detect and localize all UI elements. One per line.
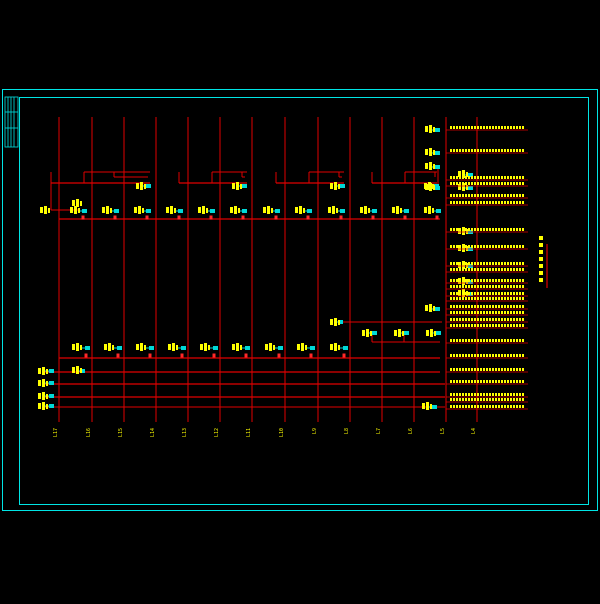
lower-marker-8	[309, 353, 313, 358]
riser-label: L14	[150, 428, 156, 437]
upper-marker-2	[113, 215, 117, 220]
upper-marker-11	[403, 215, 407, 220]
riser-label: L13	[182, 428, 188, 437]
piping-system-diagram: L17 L16 L15 L14 L13 L12 L11 L10 L9 L8 L7 L6 L5 L4	[0, 0, 600, 600]
upper-marker-5	[209, 215, 213, 220]
upper-marker-4	[177, 215, 181, 220]
riser-label: L12	[214, 428, 220, 437]
upper-marker-6	[241, 215, 245, 220]
riser-label: L7	[376, 428, 382, 434]
upper-marker-12	[435, 215, 439, 220]
upper-marker-1	[81, 215, 85, 220]
riser-label: L15	[118, 428, 124, 437]
upper-marker-3	[145, 215, 149, 220]
riser-label: L6	[408, 428, 414, 434]
lower-marker-5	[212, 353, 216, 358]
riser-label: L17	[53, 428, 59, 437]
riser-label: L8	[344, 428, 350, 434]
lower-marker-9	[342, 353, 346, 358]
lower-marker-4	[180, 353, 184, 358]
upper-marker-8	[306, 215, 310, 220]
upper-marker-10	[371, 215, 375, 220]
riser-label: L11	[246, 428, 252, 437]
lower-marker-7	[277, 353, 281, 358]
riser-label: L16	[86, 428, 92, 437]
lower-marker-2	[116, 353, 120, 358]
upper-marker-7	[274, 215, 278, 220]
riser-label: L9	[312, 428, 318, 434]
lower-marker-3	[148, 353, 152, 358]
riser-label: L10	[279, 428, 285, 437]
lower-marker-6	[244, 353, 248, 358]
lower-marker-1	[84, 353, 88, 358]
cad-drawing-canvas: L17 L16 L15 L14 L13 L12 L11 L10 L9 L8 L7 L6 L5 L4	[0, 0, 600, 600]
riser-label: L5	[440, 428, 446, 434]
riser-label: L4	[471, 428, 477, 434]
upper-marker-9	[339, 215, 343, 220]
